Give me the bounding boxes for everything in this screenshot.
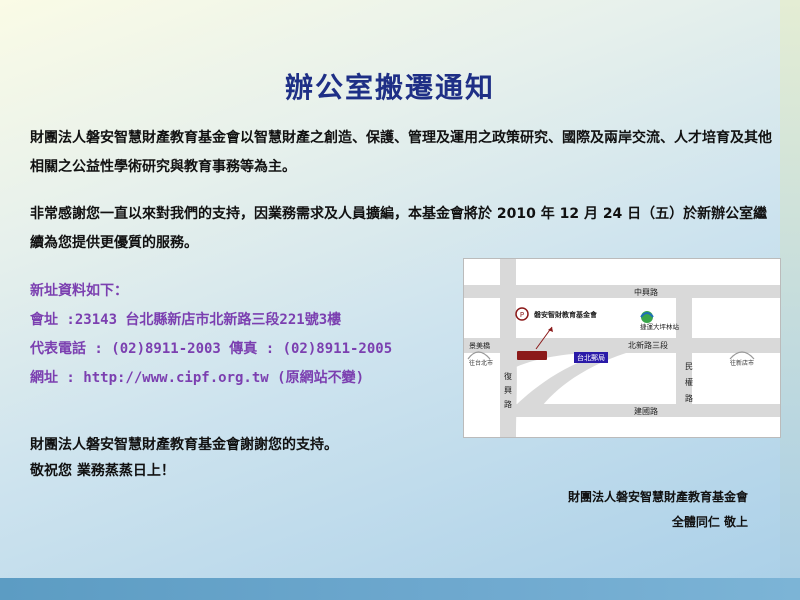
phone-line: 代表電話 : (02)8911-2003 傳真 : (02)8911-2005 <box>30 341 393 357</box>
arrow-to-taipei-icon <box>467 351 491 360</box>
map-road-minquan: 民權路 <box>685 362 693 403</box>
svg-text:P: P <box>520 311 524 319</box>
contact-block: 新址資料如下： 會址 :23143 台北縣新店市北新路三段221號3樓 代表電話… <box>30 277 450 393</box>
svg-text:民權路: 民權路 <box>685 362 693 403</box>
arrow-to-xindian-icon <box>729 351 755 360</box>
address-line: 會址 :23143 台北縣新店市北新路三段221號3樓 <box>30 312 342 328</box>
svg-text:復興路: 復興路 <box>504 371 512 409</box>
website-line[interactable]: 網址 : http://www.cipf.org.tw (原網站不變) <box>30 364 450 393</box>
map-road-beixin: 北新路三段 <box>628 340 668 350</box>
signature-org: 財團法人磐安智慧財產教育基金會 <box>567 490 748 504</box>
map-road-zhongxing: 中興路 <box>634 287 658 297</box>
relocation-paragraph: 非常感謝您一直以來對我們的支持，因業務需求及人員擴編，本基金會將於 2010 年… <box>30 206 768 251</box>
page-title: 辦公室搬遷通知 <box>284 71 495 104</box>
map-road-jianguo: 建國路 <box>634 406 658 416</box>
map-landmark-label: 台北郵局 <box>577 353 605 362</box>
wishes-line: 敬祝您 業務蒸蒸日上！ <box>30 463 175 479</box>
location-map: P 磐安智財教育基金會 捷運大坪林站 台北郵局 中興路 北新路三段 景美橋 建國… <box>463 258 781 438</box>
map-to-xindian: 往新店市 <box>730 359 754 367</box>
right-edge-strip <box>780 0 800 600</box>
contact-heading: 新址資料如下： <box>30 283 128 299</box>
bottom-bar <box>0 578 800 600</box>
signature-staff: 全體同仁 敬上 <box>671 515 748 529</box>
signature-block: 財團法人磐安智慧財產教育基金會 全體同仁 敬上 <box>568 485 748 535</box>
closing-block: 財團法人磐安智慧財產教育基金會謝謝您的支持。 敬祝您 業務蒸蒸日上！ <box>30 432 450 484</box>
building-marker <box>517 351 547 360</box>
road-fumei-vertical <box>500 259 516 341</box>
road-fumei-curve <box>500 353 517 437</box>
intro-paragraph: 財團法人磐安智慧財產教育基金會以智慧財產之創造、保護、管理及運用之政策研究、國際… <box>30 130 772 175</box>
map-road-fumei: 復興路 <box>504 371 512 409</box>
map-foundation-label: 磐安智財教育基金會 <box>533 310 598 319</box>
thanks-line: 財團法人磐安智慧財產教育基金會謝謝您的支持。 <box>30 437 338 453</box>
map-to-taipei: 往台北市 <box>469 359 493 367</box>
map-bridge: 景美橋 <box>469 341 490 350</box>
map-station-label: 捷運大坪林站 <box>640 322 680 331</box>
